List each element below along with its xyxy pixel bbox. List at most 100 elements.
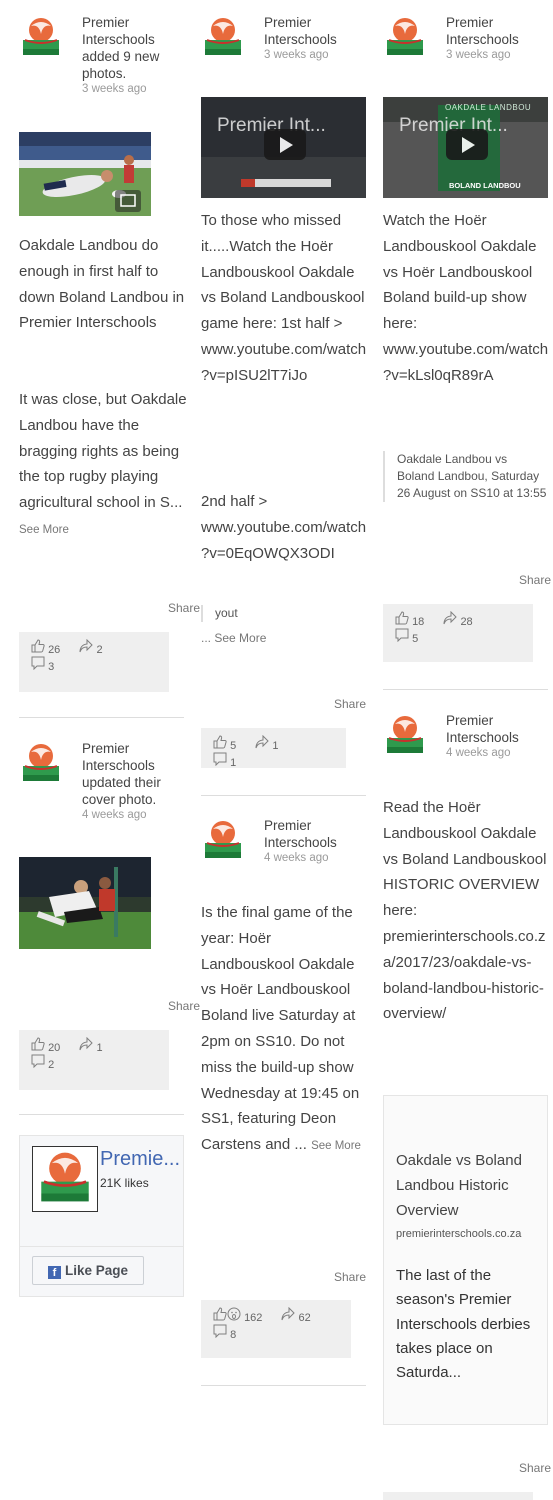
- share-icon: [79, 639, 93, 653]
- page-logo-icon[interactable]: [385, 16, 425, 60]
- shares-count-group[interactable]: 2: [79, 639, 110, 656]
- link-preview-card[interactable]: Oakdale vs Boland Landbou Historic Overv…: [383, 1095, 548, 1425]
- comments-count-group[interactable]: 8: [213, 1324, 244, 1341]
- like-icon: [213, 1307, 227, 1321]
- shares-count-group[interactable]: 1: [255, 735, 286, 752]
- share-link[interactable]: Share: [334, 1270, 366, 1284]
- post-timestamp[interactable]: 4 weeks ago: [82, 808, 187, 823]
- shares-count: 1: [272, 740, 279, 752]
- post-action: added 9 new photos.: [82, 49, 160, 81]
- page-name-link[interactable]: Premie...: [100, 1148, 180, 1171]
- comments-count-group[interactable]: 5: [395, 628, 426, 645]
- post-text: Read the Hoër Landbouskool Oakdale vs Bo…: [383, 799, 547, 1023]
- post-timestamp[interactable]: 3 weeks ago: [82, 82, 187, 97]
- likes-count: 5: [230, 740, 237, 752]
- post-stats: 20 1 2: [19, 1030, 169, 1090]
- shares-count: 28: [460, 616, 473, 628]
- likes-count: 26: [48, 644, 61, 656]
- comment-icon: [213, 752, 227, 766]
- share-icon: [79, 1037, 93, 1051]
- post-timestamp[interactable]: 4 weeks ago: [264, 851, 369, 866]
- quoted-text: Oakdale Landbou vs Boland Landbou, Satur…: [383, 451, 547, 502]
- likes-count-group[interactable]: 20: [31, 1037, 68, 1054]
- post-author-block: Premier Interschools added 9 new photos.…: [82, 14, 187, 97]
- see-more-link[interactable]: See More: [311, 1140, 361, 1152]
- post-divider: [201, 1385, 366, 1386]
- post-text-continued: It was close, but Oakdale Landbou have t…: [19, 387, 187, 544]
- likes-count-group[interactable]: 5: [213, 735, 244, 752]
- like-icon: [31, 1037, 45, 1051]
- play-icon[interactable]: [446, 129, 488, 160]
- shares-count: 62: [298, 1312, 311, 1324]
- comments-count: 3: [48, 661, 55, 673]
- post-stats: [383, 1492, 533, 1500]
- shares-count: 2: [96, 644, 103, 656]
- likes-count-group[interactable]: 26: [31, 639, 68, 656]
- post-author[interactable]: Premier Interschools: [82, 741, 155, 773]
- share-icon: [281, 1307, 295, 1321]
- shares-count-group[interactable]: 28: [443, 611, 480, 628]
- page-logo-icon[interactable]: [203, 16, 243, 60]
- share-link[interactable]: Share: [168, 999, 200, 1013]
- page-profile-picture[interactable]: [32, 1146, 98, 1212]
- likes-count: 18: [412, 616, 425, 628]
- play-icon[interactable]: [264, 129, 306, 160]
- post-divider: [19, 717, 184, 718]
- video-player[interactable]: OAKDALE LANDBOU BOLAND LANDBOU Premier I…: [383, 97, 548, 198]
- like-icon: [31, 639, 45, 653]
- comments-count-group[interactable]: 1: [213, 752, 244, 769]
- page-logo-icon[interactable]: [385, 714, 425, 758]
- share-icon: [443, 611, 457, 625]
- post-author-block: Premier Interschools 4 weeks ago: [446, 712, 551, 761]
- share-link[interactable]: Share: [168, 601, 200, 615]
- post-text-continued: 2nd half > www.youtube.com/watch?v=0EqOW…: [201, 493, 367, 562]
- like-icon: [213, 735, 227, 749]
- post-text: To those who missed it.....Watch the Hoë…: [201, 212, 367, 384]
- post-author-block: Premier Interschools 4 weeks ago: [264, 817, 369, 866]
- cover-photo-thumbnail[interactable]: [19, 857, 151, 949]
- page-logo-icon[interactable]: [203, 819, 243, 863]
- post-author[interactable]: Premier Interschools: [82, 15, 155, 47]
- shares-count-group[interactable]: 62: [281, 1307, 318, 1324]
- post-text: Watch the Hoër Landbouskool Oakdale vs H…: [383, 212, 549, 384]
- comments-count-group[interactable]: 3: [31, 656, 62, 673]
- post-photo-thumbnail[interactable]: [19, 132, 151, 216]
- post-timestamp[interactable]: 4 weeks ago: [446, 746, 551, 761]
- post-text: Is the final game of the year: Hoër Land…: [201, 900, 367, 1160]
- post-author[interactable]: Premier Interschools: [446, 713, 519, 745]
- comment-icon: [395, 628, 409, 642]
- post-author[interactable]: Premier Interschools: [264, 15, 337, 47]
- see-more-link[interactable]: ... See More: [201, 631, 266, 645]
- page-likes-count: 21K likes: [100, 1176, 149, 1190]
- like-box-divider: [20, 1246, 183, 1247]
- post-timestamp[interactable]: 3 weeks ago: [264, 48, 369, 63]
- like-page-label: Like Page: [64, 1262, 129, 1278]
- comment-icon: [31, 1054, 45, 1068]
- share-link[interactable]: Share: [334, 697, 366, 711]
- page-logo-icon[interactable]: [21, 16, 61, 60]
- post-text-body: It was close, but Oakdale Landbou have t…: [19, 391, 187, 512]
- see-more-link[interactable]: See More: [19, 524, 69, 536]
- post-stats: 18 28 5: [383, 604, 533, 662]
- link-card-title[interactable]: Oakdale vs Boland Landbou Historic Overv…: [396, 1148, 544, 1223]
- post-author-block: Premier Interschools updated their cover…: [82, 740, 187, 823]
- post-author[interactable]: Premier Interschools: [264, 818, 337, 850]
- video-player[interactable]: Premier Int...: [201, 97, 366, 198]
- comments-count-group[interactable]: 2: [31, 1054, 62, 1071]
- post-stats: 5 1 1: [201, 728, 346, 769]
- comments-count: 2: [48, 1059, 55, 1071]
- post-author-block: Premier Interschools 3 weeks ago: [446, 14, 551, 63]
- comments-count: 5: [412, 633, 419, 645]
- share-link[interactable]: Share: [519, 573, 551, 587]
- page-logo-icon[interactable]: [21, 742, 61, 786]
- post-divider: [201, 795, 366, 796]
- likes-count: 162: [244, 1312, 263, 1324]
- post-author[interactable]: Premier Interschools: [446, 15, 519, 47]
- likes-count-group[interactable]: 162: [213, 1307, 270, 1324]
- likes-count: 20: [48, 1042, 61, 1054]
- share-link[interactable]: Share: [519, 1461, 551, 1475]
- post-timestamp[interactable]: 3 weeks ago: [446, 48, 551, 63]
- like-page-button[interactable]: f Like Page: [32, 1256, 144, 1285]
- likes-count-group[interactable]: 18: [395, 611, 432, 628]
- shares-count-group[interactable]: 1: [79, 1037, 110, 1054]
